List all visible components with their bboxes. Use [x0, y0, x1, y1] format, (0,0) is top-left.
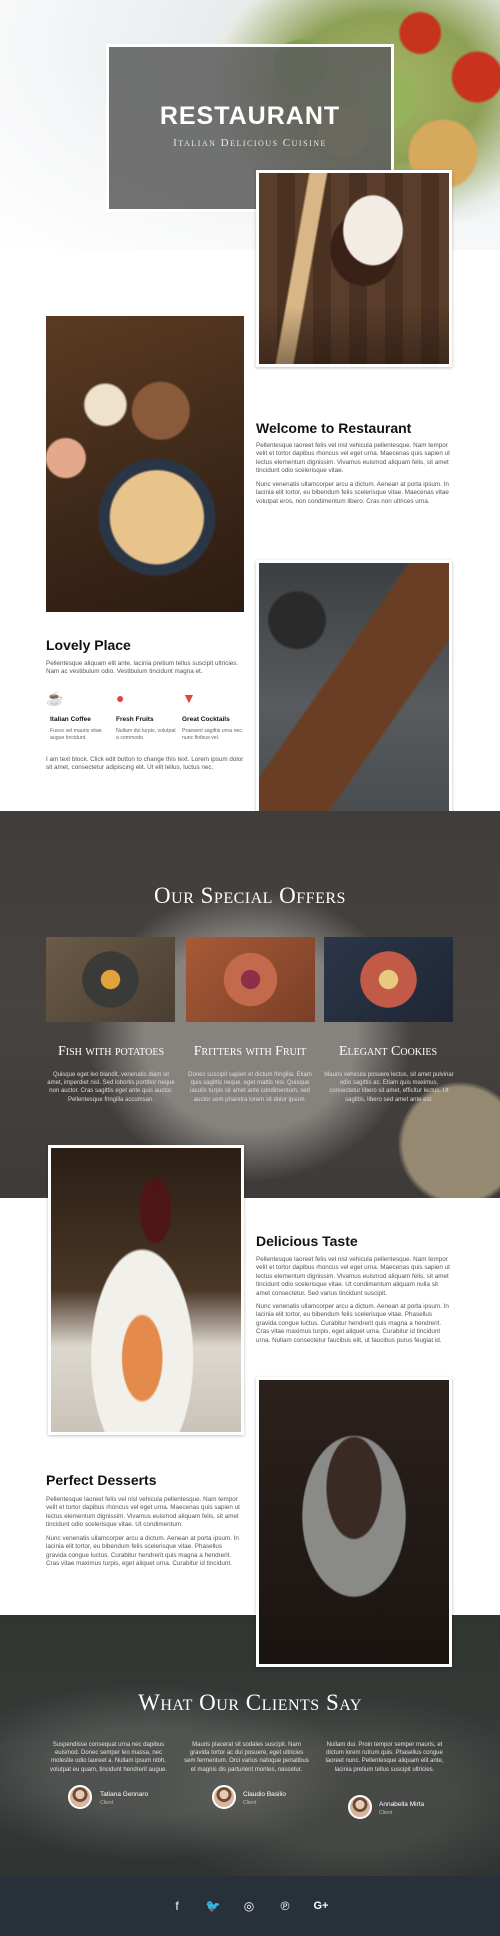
delicious-paragraph-2: Nunc venenatis ullamcorper arcu a dictum…	[256, 1303, 449, 1344]
testimonial-quote: Suspendisse consequat urna nec dapibus e…	[49, 1742, 168, 1773]
offers-title: Our Special Offers	[154, 883, 346, 908]
chocolate-dessert-photo	[256, 1377, 452, 1667]
twitter-icon[interactable]: 🐦	[204, 1897, 222, 1915]
offer-image-cookies	[324, 937, 453, 1022]
client-role: Client	[243, 1800, 257, 1806]
site-subtitle: Italian Delicious Cuisine	[173, 137, 327, 149]
feature-title: Great Cocktails	[182, 716, 230, 723]
facebook-icon[interactable]: f	[168, 1897, 186, 1915]
client-role: Client	[100, 1800, 114, 1806]
delicious-paragraph-1: Pellentesque laoreet felis vel nisl vehi…	[256, 1256, 450, 1297]
offer-image-fritters	[186, 937, 315, 1022]
salmon-dish-photo	[48, 1145, 244, 1435]
avatar	[348, 1795, 372, 1819]
feature-text: Nullam dui turpis, volutpat a commodo.	[116, 728, 176, 741]
cocktail-icon: ▼	[182, 690, 196, 706]
pizza-photo	[46, 316, 244, 612]
testimonial-quote: Nullam dui. Proin tempor semper mauris, …	[325, 1742, 444, 1773]
feature-text: Fusce vel mauris vitae augue tincidunt.	[50, 728, 102, 741]
client-info: Claudio Basilio Client	[243, 1791, 286, 1806]
feature-italian-coffee: ☕	[46, 690, 66, 706]
welcome-paragraph-1: Pellentesque laoreet felis vel nisl vehi…	[256, 442, 450, 475]
feature-title: Italian Coffee	[50, 716, 91, 723]
delicious-heading: Delicious Taste	[256, 1233, 358, 1249]
instagram-icon[interactable]: ◎	[240, 1897, 258, 1915]
offer-name: Fish with potatoes	[57, 1044, 165, 1059]
avatar	[212, 1785, 236, 1809]
welcome-heading: Welcome to Restaurant	[256, 420, 412, 436]
feature-title: Fresh Fruits	[116, 716, 154, 723]
client-info: Annabella Mirta Client	[379, 1801, 424, 1816]
apple-icon: ●	[116, 690, 125, 706]
offer-image-fish	[46, 937, 175, 1022]
restaurant-table-photo	[256, 560, 452, 852]
offer-name: Elegant Cookies	[338, 1044, 438, 1059]
client-info: Tatiana Gennaro Client	[100, 1791, 148, 1806]
offer-text: Donec suscipit sapien et dictum fringill…	[188, 1072, 312, 1103]
client-role: Client	[379, 1810, 393, 1816]
testimonials-title: What Our Clients Say	[138, 1690, 362, 1715]
desserts-paragraph-1: Pellentesque laoreet felis vel nisl vehi…	[46, 1496, 240, 1529]
feature-fresh-fruits: ●	[116, 690, 136, 706]
lovely-place-intro: Pellentesque aliquam elit ante, lacinia …	[46, 660, 239, 676]
feature-great-cocktails: ▼	[182, 690, 202, 706]
google-plus-icon[interactable]: G+	[312, 1897, 330, 1915]
client-name: Annabella Mirta	[379, 1801, 425, 1808]
dessert-photo	[256, 170, 452, 367]
pinterest-icon[interactable]: ℗	[276, 1897, 294, 1915]
client-name: Tatiana Gennaro	[100, 1791, 149, 1798]
coffee-cup-icon: ☕	[46, 690, 64, 706]
client-name: Claudio Basilio	[243, 1791, 286, 1798]
testimonial-quote: Mauris placerat sit sodales suscipit. Na…	[184, 1742, 309, 1773]
desserts-heading: Perfect Desserts	[46, 1472, 157, 1488]
avatar	[68, 1785, 92, 1809]
offer-name: Fritters with Fruit	[193, 1044, 307, 1059]
lovely-place-heading: Lovely Place	[46, 637, 131, 653]
welcome-paragraph-2: Nunc venenatis ullamcorper arcu a dictum…	[256, 481, 449, 505]
offer-text: Mauris vehicula posuere lectus, sit amet…	[324, 1072, 454, 1103]
desserts-paragraph-2: Nunc venenatis ullamcorper arcu a dictum…	[46, 1535, 239, 1568]
feature-text: Praesent sagittis urna nec nunc finibus …	[182, 728, 242, 741]
site-title: RESTAURANT	[159, 102, 341, 130]
offer-text: Quisque eget leo blandit, venenatis diam…	[47, 1072, 175, 1103]
lovely-place-outro: I am text block. Click edit button to ch…	[46, 756, 244, 772]
